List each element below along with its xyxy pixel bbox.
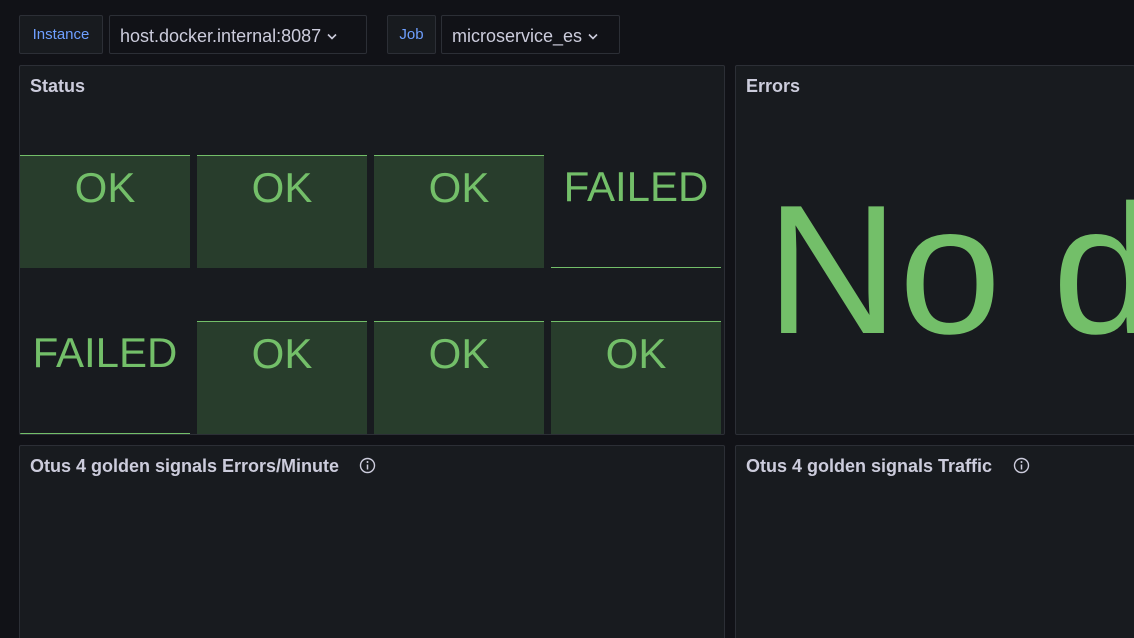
job-variable-label: Job [387, 15, 436, 54]
chevron-down-icon [327, 16, 337, 53]
status-cell: FAILED [20, 321, 190, 434]
status-panel-title: Status [30, 76, 86, 96]
job-variable-select[interactable]: microservice_es [441, 15, 620, 54]
no-data-message: No d [766, 166, 1134, 372]
status-cell: OK [197, 155, 367, 268]
job-variable-value: microservice_es [452, 26, 583, 46]
instance-variable-value: host.docker.internal:8087 [120, 26, 322, 46]
status-cell: OK [197, 321, 367, 434]
status-cell: OK [374, 321, 544, 434]
dashboard: Instance host.docker.internal:8087 Job m… [0, 0, 1134, 638]
status-cell: OK [20, 155, 190, 268]
errors-per-minute-panel[interactable]: Otus 4 golden signals Errors/Minute [19, 445, 725, 638]
status-cell: OK [374, 155, 544, 268]
errors-per-minute-panel-title: Otus 4 golden signals Errors/Minute [30, 456, 340, 476]
status-panel[interactable]: Status OK OK OK FAILED FAILED OK OK OK [19, 65, 725, 435]
chevron-down-icon [588, 16, 598, 53]
instance-variable-select[interactable]: host.docker.internal:8087 [109, 15, 367, 54]
instance-variable-label: Instance [19, 15, 103, 54]
status-cell: FAILED [551, 155, 721, 268]
info-icon[interactable] [359, 457, 376, 479]
errors-panel[interactable]: Errors No d [735, 65, 1134, 435]
traffic-panel-title: Otus 4 golden signals Traffic [746, 456, 993, 476]
info-icon[interactable] [1013, 457, 1030, 479]
traffic-panel[interactable]: Otus 4 golden signals Traffic [735, 445, 1134, 638]
errors-panel-title: Errors [746, 76, 801, 96]
status-cell: OK [551, 321, 721, 434]
